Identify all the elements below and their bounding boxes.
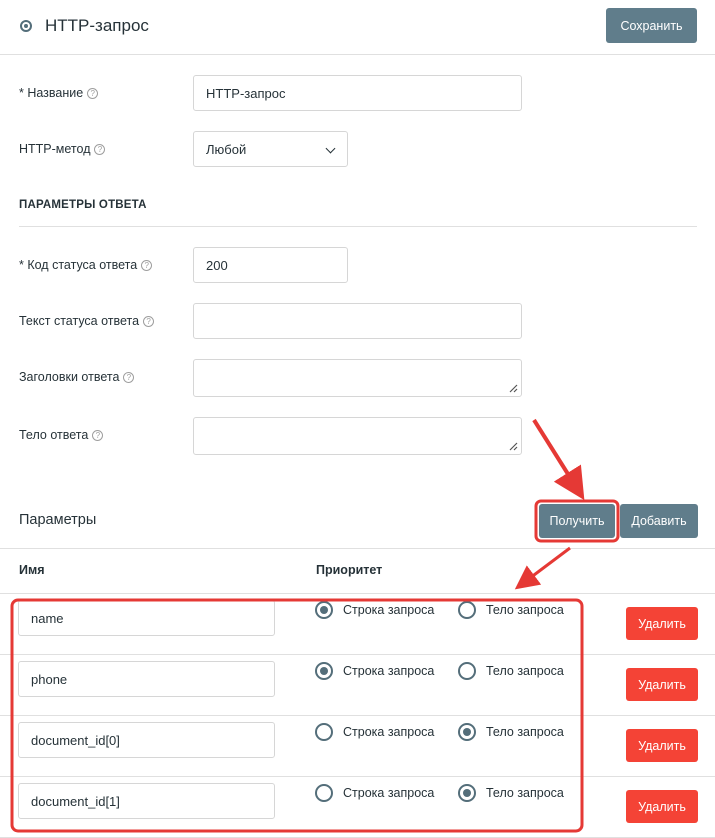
body-label: Тело ответа ? [19,428,104,442]
headers-label-text: Заголовки ответа [19,370,120,384]
param-row: document_id[1] Строка запроса Тело запро… [0,777,715,838]
resize-grip-icon[interactable] [509,442,518,451]
delete-button[interactable]: Удалить [626,729,698,762]
delete-button[interactable]: Удалить [626,790,698,823]
radio-request-body[interactable]: Тело запроса [458,662,564,680]
radio-empty-icon[interactable] [458,662,476,680]
table-top-divider [0,548,715,549]
radio-label: Строка запроса [343,603,435,617]
help-icon[interactable]: ? [123,371,135,383]
body-textarea[interactable] [193,417,522,455]
radio-label: Тело запроса [486,725,564,739]
column-header-priority: Приоритет [316,563,383,577]
param-name-field[interactable]: phone [18,661,275,697]
section-divider [19,226,697,227]
radio-request-body[interactable]: Тело запроса [458,784,564,802]
radio-label: Тело запроса [486,603,564,617]
radio-request-body[interactable]: Тело запроса [458,723,564,741]
help-icon[interactable]: ? [94,143,106,155]
page-title: HTTP-запрос [45,16,149,35]
method-label-text: HTTP-метод [19,142,91,156]
status-code-label: * Код статуса ответа ? [19,258,153,272]
body-label-text: Тело ответа [19,428,89,442]
radio-request-body[interactable]: Тело запроса [458,601,564,619]
page-header: HTTP-запрос Сохранить [0,0,715,55]
radio-label: Тело запроса [486,786,564,800]
headers-textarea[interactable] [193,359,522,397]
radio-selected-icon[interactable] [315,662,333,680]
radio-query-string[interactable]: Строка запроса [315,784,434,802]
radio-selected-icon[interactable] [315,601,333,619]
add-button[interactable]: Добавить [620,504,698,538]
name-label: * Название ? [19,86,99,100]
radio-query-string[interactable]: Строка запроса [315,723,434,741]
headers-label: Заголовки ответа ? [19,370,135,384]
status-text-field[interactable] [193,303,522,339]
radio-query-string[interactable]: Строка запроса [315,601,434,619]
status-code-field[interactable]: 200 [193,247,348,283]
status-text-label-text: Текст статуса ответа [19,314,140,328]
status-code-label-text: * Код статуса ответа [19,258,138,272]
status-text-label: Текст статуса ответа ? [19,314,155,328]
help-icon[interactable]: ? [141,259,153,271]
radio-empty-icon[interactable] [315,784,333,802]
method-label: HTTP-метод ? [19,142,106,156]
annotation-arrow [532,418,585,501]
radio-label: Строка запроса [343,725,435,739]
annotation-arrow [514,546,571,590]
response-section-title: ПАРАМЕТРЫ ОТВЕТА [19,199,147,211]
help-icon[interactable]: ? [143,315,155,327]
status-dot-icon [20,20,32,32]
radio-empty-icon[interactable] [458,601,476,619]
help-icon[interactable]: ? [87,87,99,99]
name-field[interactable]: HTTP-запрос [193,75,522,111]
param-row: phone Строка запроса Тело запроса Удалит… [0,655,715,716]
fetch-button[interactable]: Получить [539,504,615,538]
radio-query-string[interactable]: Строка запроса [315,662,434,680]
radio-label: Строка запроса [343,664,435,678]
method-select-value: Любой [206,141,247,157]
chevron-down-icon [325,143,336,154]
radio-label: Строка запроса [343,786,435,800]
radio-selected-icon[interactable] [458,723,476,741]
name-label-text: * Название [19,86,84,100]
delete-button[interactable]: Удалить [626,607,698,640]
param-row: document_id[0] Строка запроса Тело запро… [0,716,715,777]
help-icon[interactable]: ? [92,429,104,441]
param-row: name Строка запроса Тело запроса Удалить [0,594,715,655]
param-name-field[interactable]: document_id[1] [18,783,275,819]
method-select[interactable]: Любой [193,131,348,167]
params-title: Параметры [19,512,97,528]
radio-label: Тело запроса [486,664,564,678]
param-name-field[interactable]: name [18,600,275,636]
column-header-name: Имя [19,563,45,577]
param-name-field[interactable]: document_id[0] [18,722,275,758]
resize-grip-icon[interactable] [509,384,518,393]
radio-selected-icon[interactable] [458,784,476,802]
delete-button[interactable]: Удалить [626,668,698,701]
radio-empty-icon[interactable] [315,723,333,741]
save-button[interactable]: Сохранить [606,8,697,43]
